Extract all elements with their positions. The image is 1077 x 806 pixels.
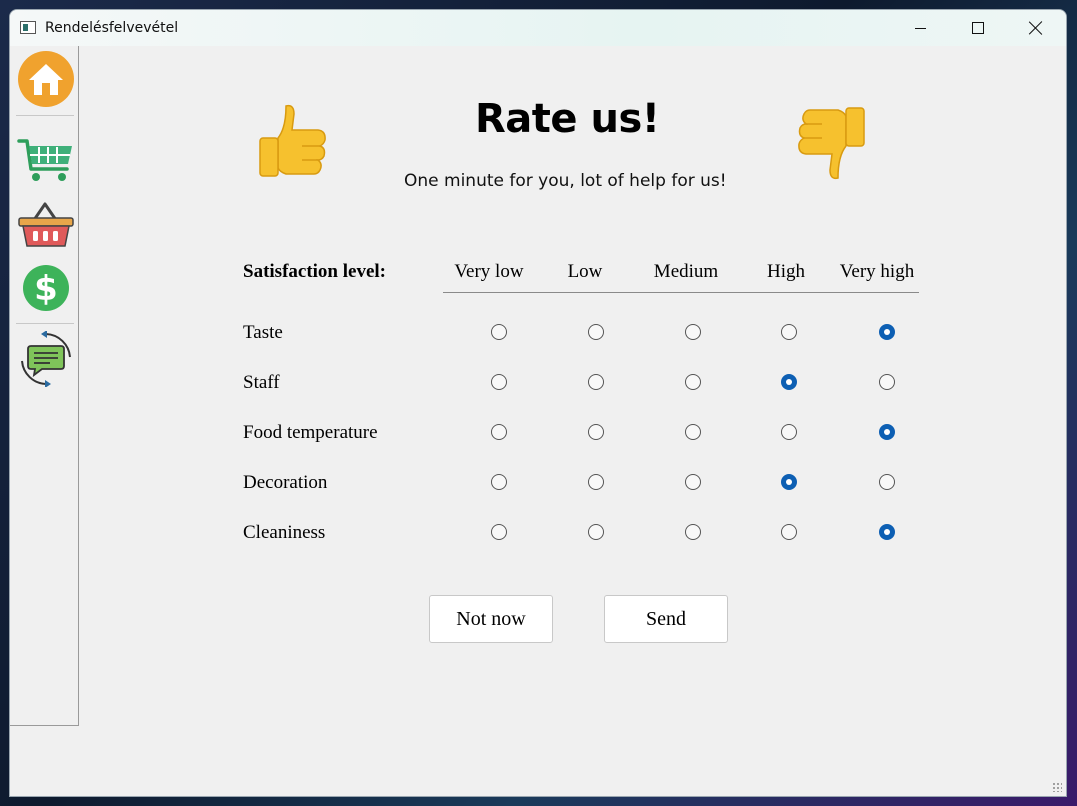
page-title: Rate us! [475,96,660,142]
radio-staff-very-high[interactable] [879,374,895,390]
radio-food-temperature-low[interactable] [588,424,604,440]
sidebar-item-home[interactable] [17,50,75,108]
app-window: Rendelésfelvevétel $ Rate us! One minute… [9,9,1067,797]
minimize-icon [914,27,926,29]
criterion-label-staff: Staff [243,372,280,393]
header-divider [443,292,919,293]
radio-food-temperature-very-high[interactable] [879,424,895,440]
home-icon [18,51,74,107]
radio-decoration-very-high[interactable] [879,474,895,490]
cart-icon [17,139,72,181]
radio-staff-high[interactable] [781,374,797,390]
column-header-low: Low [567,261,603,282]
column-header-medium: Medium [653,261,719,282]
radio-cleaniness-very-low[interactable] [491,524,507,540]
radio-staff-low[interactable] [588,374,604,390]
app-icon [20,21,36,34]
radio-food-temperature-high[interactable] [781,424,797,440]
resize-grip[interactable] [1052,782,1062,792]
column-header-very-high: Very high [839,261,915,282]
close-button[interactable] [1007,10,1065,46]
sidebar-divider [16,323,74,324]
radio-cleaniness-medium[interactable] [685,524,701,540]
svg-text:$: $ [34,269,58,309]
radio-decoration-low[interactable] [588,474,604,490]
sidebar-item-payment[interactable]: $ [17,259,75,317]
radio-taste-low[interactable] [588,324,604,340]
criterion-label-cleaniness: Cleaniness [243,522,326,543]
radio-taste-very-high[interactable] [879,324,895,340]
window-title: Rendelésfelvevétel [45,20,179,36]
sidebar-item-feedback[interactable] [17,330,75,388]
sidebar: $ [10,46,79,726]
radio-decoration-very-low[interactable] [491,474,507,490]
dollar-icon: $ [23,265,69,311]
radio-cleaniness-high[interactable] [781,524,797,540]
feedback-icon [21,331,71,387]
radio-staff-medium[interactable] [685,374,701,390]
column-header-very-low: Very low [454,261,524,282]
criterion-label-food-temperature: Food temperature [243,422,378,443]
close-icon [1029,21,1043,35]
radio-taste-very-low[interactable] [491,324,507,340]
maximize-button[interactable] [949,10,1007,46]
send-button[interactable]: Send [604,595,728,643]
radio-decoration-high[interactable] [781,474,797,490]
radio-decoration-medium[interactable] [685,474,701,490]
maximize-icon [972,22,984,34]
criterion-label-decoration: Decoration [243,472,328,493]
radio-cleaniness-low[interactable] [588,524,604,540]
thumbs-down-icon [798,107,865,180]
radio-food-temperature-medium[interactable] [685,424,701,440]
sidebar-item-cart[interactable] [17,132,75,190]
radio-taste-medium[interactable] [685,324,701,340]
criterion-label-taste: Taste [243,322,283,343]
basket-icon [18,202,74,247]
minimize-button[interactable] [891,10,949,46]
radio-staff-very-low[interactable] [491,374,507,390]
radio-food-temperature-very-low[interactable] [491,424,507,440]
satisfaction-header-label: Satisfaction level: [243,261,387,282]
sidebar-divider [16,115,74,116]
page-subtitle: One minute for you, lot of help for us! [404,171,727,191]
rating-form: Rate us! One minute for you, lot of help… [80,46,1066,796]
radio-cleaniness-very-high[interactable] [879,524,895,540]
sidebar-item-basket[interactable] [17,196,75,254]
not-now-button[interactable]: Not now [429,595,553,643]
title-bar[interactable]: Rendelésfelvevétel [10,10,1066,46]
thumbs-up-icon [259,104,326,177]
radio-taste-high[interactable] [781,324,797,340]
